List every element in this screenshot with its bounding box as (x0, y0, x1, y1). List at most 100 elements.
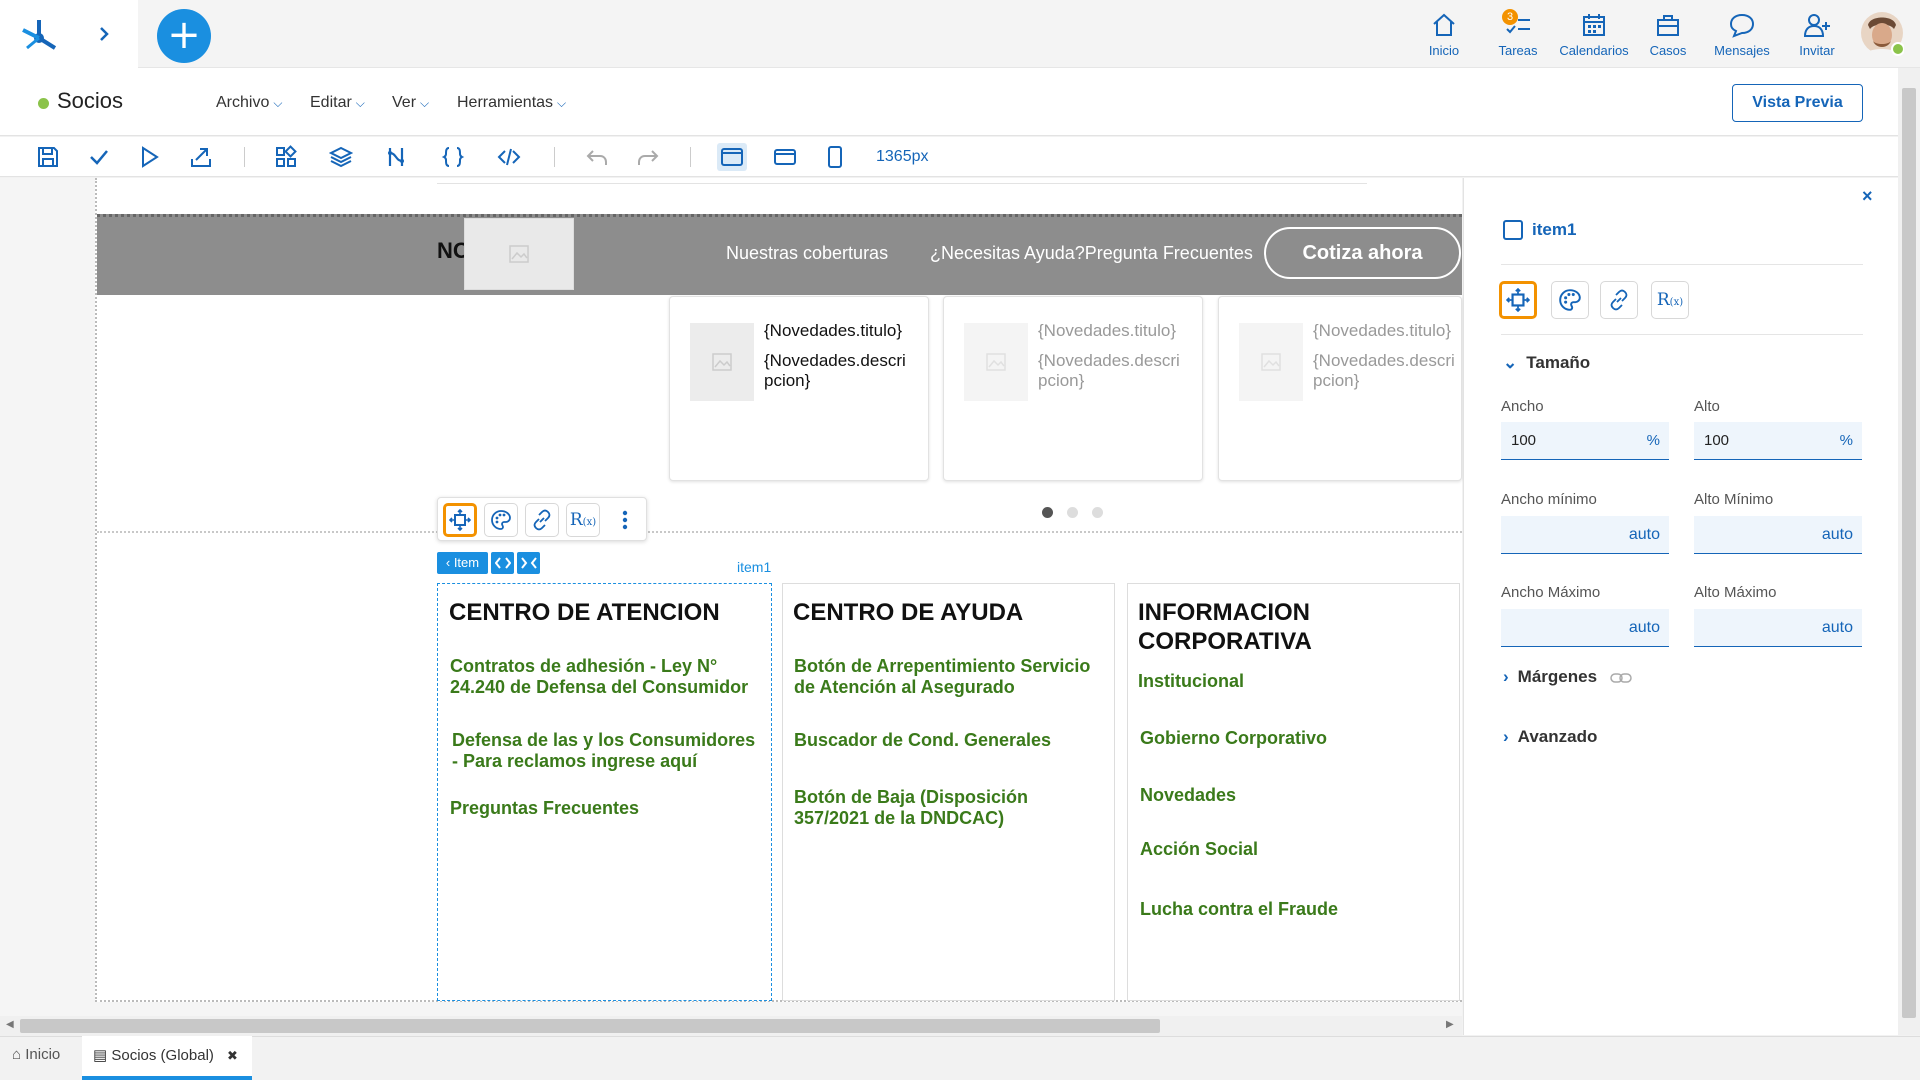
carousel-dot-active[interactable] (1042, 507, 1053, 518)
tab-inicio[interactable]: ⌂ Inicio (12, 1046, 60, 1063)
footer-link[interactable]: Gobierno Corporativo (1140, 728, 1440, 749)
nav-invitar[interactable]: Invitar (1793, 10, 1841, 58)
logo-image-placeholder[interactable] (464, 218, 574, 290)
menu-ver[interactable]: Ver ⌵ (392, 94, 429, 112)
toolbar-divider (554, 147, 555, 167)
cotiza-button[interactable]: Cotiza ahora (1264, 227, 1461, 279)
footer-column-atencion[interactable]: CENTRO DE ATENCION Contratos de adhesión… (437, 583, 772, 1001)
section-tamano[interactable]: ⌄ Tamaño (1503, 353, 1590, 373)
footer-column-ayuda[interactable]: CENTRO DE AYUDA Botón de Arrepentimiento… (782, 583, 1115, 1001)
input-value: auto (1821, 526, 1853, 543)
collapse-tab[interactable] (517, 552, 540, 574)
add-button[interactable]: + (157, 9, 211, 63)
news-card[interactable]: {Novedades.titulo} {Novedades.descripcio… (943, 296, 1203, 481)
panel-layout-tab[interactable] (1499, 281, 1537, 319)
tablet-icon[interactable] (773, 145, 797, 169)
close-tab-button[interactable]: ✖ (227, 1048, 238, 1064)
horizontal-scroll-thumb[interactable] (20, 1019, 1160, 1033)
carousel-dot[interactable] (1067, 507, 1078, 518)
image-icon (509, 245, 529, 263)
bottom-tab-bar (0, 1036, 1920, 1080)
more-vertical-icon (622, 510, 628, 530)
undo-icon[interactable] (585, 145, 609, 169)
item-tab[interactable]: ‹ Item (437, 552, 488, 574)
components-icon[interactable] (274, 145, 298, 169)
field-label: Ancho Máximo (1501, 584, 1601, 601)
chain-link-icon (1610, 672, 1632, 683)
header-link-ayuda[interactable]: ¿Necesitas Ayuda?Pregunta Frecuentes (930, 243, 1253, 264)
news-card[interactable]: {Novedades.titulo} {Novedades.descripcio… (1218, 296, 1462, 481)
link-button[interactable] (525, 503, 559, 537)
nav-mensajes[interactable]: Mensajes (1709, 10, 1775, 58)
mobile-icon[interactable] (823, 145, 847, 169)
desktop-view-button[interactable] (717, 143, 747, 171)
save-icon[interactable] (36, 145, 60, 169)
news-card[interactable]: {Novedades.titulo} {Novedades.descripcio… (669, 296, 929, 481)
expand-chevron-icon[interactable] (98, 26, 110, 42)
user-avatar[interactable] (1860, 11, 1904, 57)
check-icon[interactable] (87, 145, 111, 169)
field-label: Ancho mínimo (1501, 491, 1597, 508)
footer-link[interactable]: Preguntas Frecuentes (450, 798, 760, 819)
formula-button[interactable]: R(x) (566, 503, 600, 537)
layout-button[interactable] (443, 503, 477, 537)
footer-link[interactable]: Contratos de adhesión - Ley N° 24.240 de… (450, 656, 760, 698)
tab-socios-label[interactable]: ▤ Socios (Global) (93, 1046, 214, 1064)
panel-style-tab[interactable] (1551, 281, 1589, 319)
alto-minimo-input[interactable]: auto (1694, 516, 1862, 554)
app-logo[interactable] (0, 0, 138, 68)
alto-input[interactable]: 100% (1694, 422, 1862, 460)
nav-tareas[interactable]: 3 Tareas (1494, 9, 1542, 58)
link-icon (1610, 289, 1628, 311)
unit-selector[interactable]: % (1647, 432, 1660, 449)
play-icon[interactable] (137, 145, 161, 169)
nav-calendarios[interactable]: Calendarios (1556, 10, 1632, 58)
panel-link-tab[interactable] (1600, 281, 1638, 319)
card-image-placeholder (964, 323, 1028, 401)
menu-editar[interactable]: Editar ⌵ (310, 94, 365, 112)
unit-selector[interactable]: % (1840, 432, 1853, 449)
footer-link[interactable]: Buscador de Cond. Generales (794, 730, 1094, 751)
alto-maximo-input[interactable]: auto (1694, 609, 1862, 647)
header-link-coberturas[interactable]: Nuestras coberturas (726, 243, 888, 264)
invite-user-icon (1803, 14, 1830, 37)
scroll-left-arrow[interactable]: ◀ (6, 1019, 14, 1030)
scroll-right-arrow[interactable]: ▶ (1446, 1019, 1454, 1030)
footer-link[interactable]: Acción Social (1140, 839, 1440, 860)
section-avanzado[interactable]: › Avanzado (1503, 727, 1597, 747)
footer-link[interactable]: Defensa de las y los Consumidores - Para… (452, 730, 762, 772)
nav-casos[interactable]: Casos (1647, 10, 1689, 58)
card-title: {Novedades.titulo} (1038, 321, 1176, 340)
footer-link[interactable]: Institucional (1138, 671, 1438, 692)
style-button[interactable] (484, 503, 518, 537)
menu-archivo[interactable]: Archivo ⌵ (216, 94, 282, 112)
close-panel-button[interactable]: × (1862, 186, 1873, 207)
layers-icon[interactable] (329, 145, 353, 169)
data-sources-icon[interactable] (384, 145, 408, 169)
redo-icon[interactable] (636, 145, 660, 169)
footer-link[interactable]: Novedades (1140, 785, 1440, 806)
footer-link[interactable]: Botón de Baja (Disposición 357/2021 de l… (794, 787, 1094, 829)
chevron-down-icon: ⌵ (557, 96, 567, 110)
footer-column-corporativa[interactable]: INFORMACION CORPORATIVA Institucional Go… (1127, 583, 1460, 1001)
footer-link[interactable]: Lucha contra el Fraude (1140, 899, 1440, 920)
ancho-minimo-input[interactable]: auto (1501, 516, 1669, 554)
menu-label: Editar (310, 94, 352, 111)
item-checkbox[interactable] (1503, 220, 1523, 240)
panel-formula-tab[interactable]: R(x) (1651, 281, 1689, 319)
code-icon[interactable] (497, 145, 521, 169)
expand-code-tab[interactable] (491, 552, 514, 574)
carousel-dot[interactable] (1092, 507, 1103, 518)
nav-inicio[interactable]: Inicio (1423, 10, 1465, 58)
input-value: 100 (1704, 432, 1730, 449)
preview-button[interactable]: Vista Previa (1732, 84, 1863, 122)
publish-icon[interactable] (189, 145, 213, 169)
section-margenes[interactable]: › Márgenes (1503, 667, 1632, 687)
ancho-input[interactable]: 100% (1501, 422, 1669, 460)
braces-icon[interactable] (441, 145, 465, 169)
more-options-button[interactable] (608, 503, 642, 537)
vertical-scroll-thumb[interactable] (1902, 88, 1916, 1018)
ancho-maximo-input[interactable]: auto (1501, 609, 1669, 647)
menu-herramientas[interactable]: Herramientas ⌵ (457, 94, 566, 112)
footer-link[interactable]: Botón de Arrepentimiento Servicio de Ate… (794, 656, 1094, 698)
